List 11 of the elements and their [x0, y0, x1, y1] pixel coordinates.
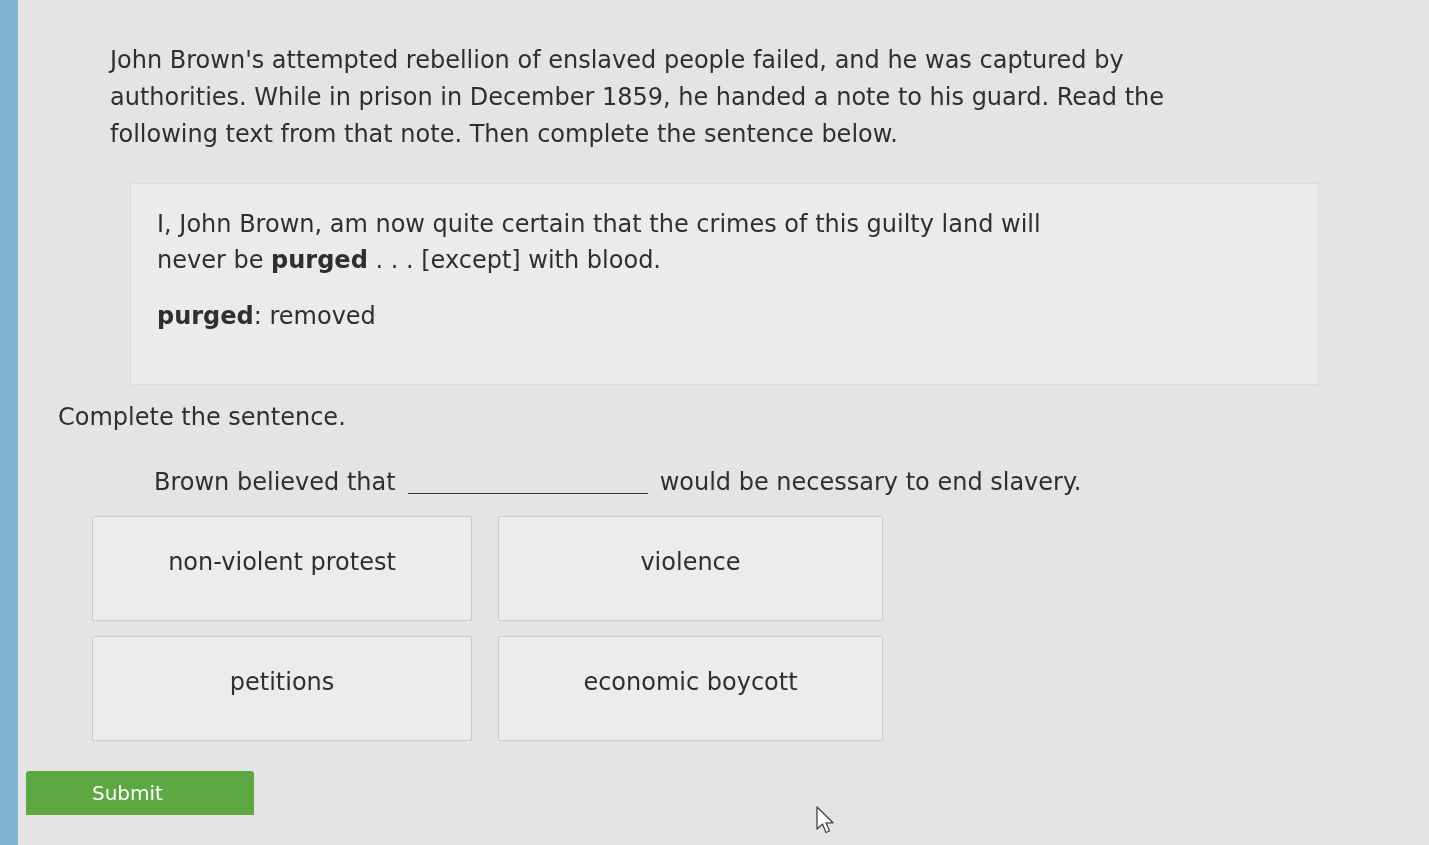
- quote-text: I, John Brown, am now quite certain that the crimes of this guilty land will never be purged . . . [except] with blood.: [157, 209, 1042, 276]
- instruction-text: Complete the sentence.: [58, 402, 346, 433]
- sentence-start: Brown believed that: [154, 467, 396, 498]
- answer-choice[interactable]: violence: [498, 516, 883, 621]
- intro-paragraph: John Brown's attempted rebellion of enslaved people failed, and he was captured by authorities. While in prison in December 1859, he handed a note to his guard. Read the following text from that note. Then complete the sentence below.: [110, 45, 1166, 150]
- glossary-text: purged: removed: [157, 301, 377, 332]
- sentence-end: would be necessary to end slavery.: [659, 467, 1082, 498]
- answer-choice[interactable]: petitions: [92, 636, 472, 741]
- answer-choice[interactable]: economic boycott: [498, 636, 883, 741]
- mouse-pointer-icon: [816, 806, 834, 834]
- answer-choice[interactable]: non-violent protest: [92, 516, 472, 621]
